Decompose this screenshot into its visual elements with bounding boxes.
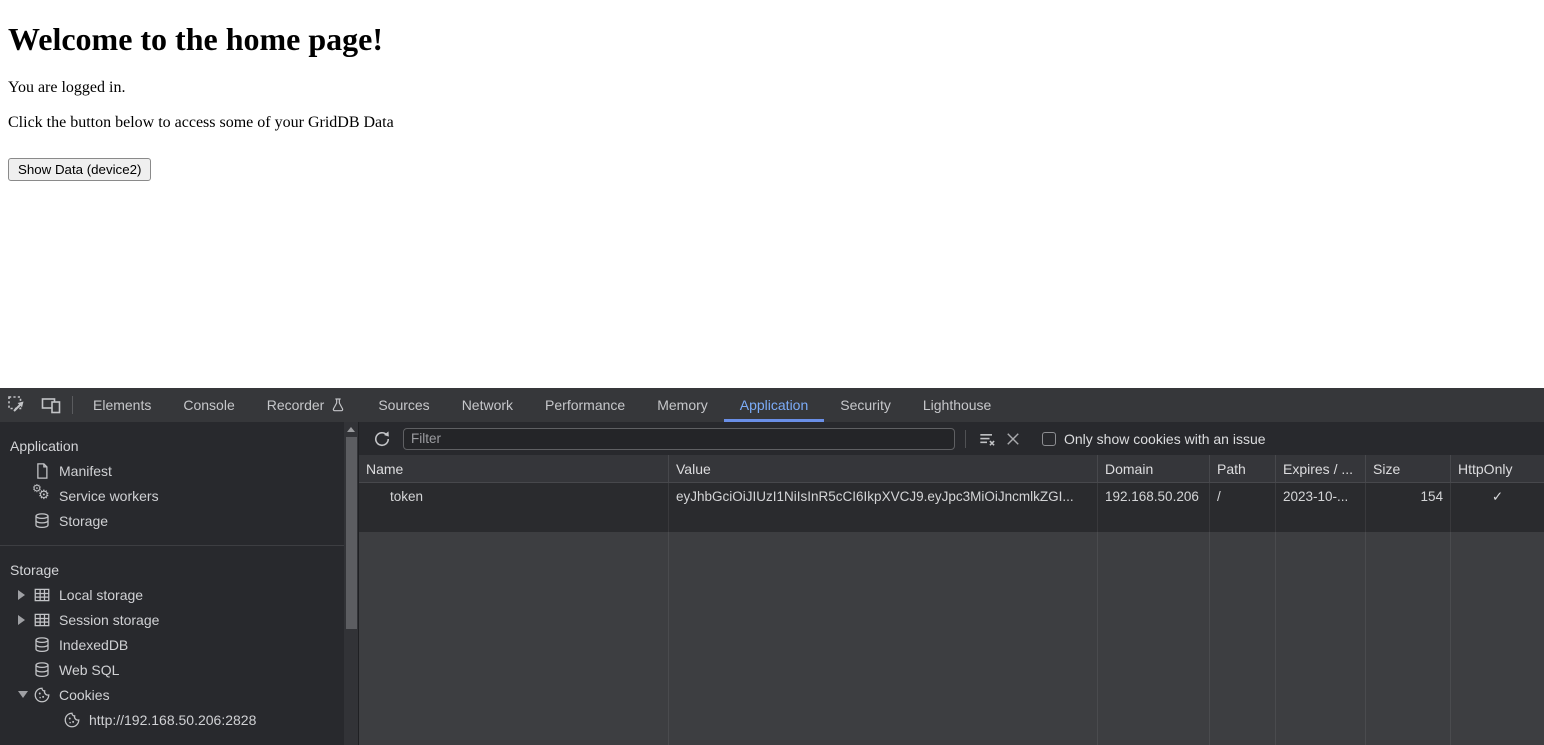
database-icon [33,661,51,679]
cookie-size-cell[interactable]: 154 [1366,483,1451,510]
cookies-table: Name Value Domain Path Expires / ... Siz… [359,455,1544,745]
column-header-expires[interactable]: Expires / ... [1276,455,1366,482]
tab-memory[interactable]: Memory [641,388,724,422]
cookie-expires-cell[interactable]: 2023-10-... [1276,483,1366,510]
inspect-element-button[interactable] [0,388,34,422]
column-header-httponly[interactable]: HttpOnly [1451,455,1544,482]
page-title: Welcome to the home page! [8,21,384,57]
tab-console[interactable]: Console [167,388,250,422]
refresh-button[interactable] [369,426,395,452]
devtools-panel: Elements Console Recorder Sources Networ… [0,388,1544,745]
tab-sources[interactable]: Sources [362,388,445,422]
application-sidebar: Application Manifest ⚙ ⚙ Service workers… [0,422,344,745]
sidebar-item-manifest[interactable]: Manifest [0,458,344,483]
cookie-path-cell[interactable]: / [1210,483,1276,510]
close-x-icon [1007,432,1019,445]
column-header-path[interactable]: Path [1210,455,1276,482]
sidebar-item-storage[interactable]: Storage [0,508,344,533]
cookie-icon [33,686,51,704]
empty-grid-row[interactable] [359,510,1544,532]
show-data-button[interactable]: Show Data (device2) [8,158,152,181]
database-icon [33,636,51,654]
filter-input[interactable] [403,427,955,450]
refresh-icon [374,430,390,446]
scrollbar-up-arrow-icon[interactable] [347,427,355,432]
tab-application[interactable]: Application [723,388,825,422]
table-empty-area [359,532,1544,745]
cookies-panel: Only show cookies with an issue Name Val… [358,422,1544,745]
table-icon [33,586,51,604]
instruction-text: Click the button below to access some of… [8,114,394,131]
delete-selected-button[interactable] [1000,426,1026,452]
toggle-device-toolbar-button[interactable] [34,388,68,422]
sidebar-item-cookie-origin[interactable]: http://192.168.50.206:2828 [0,707,344,732]
sidebar-section-application: Application [10,438,79,454]
tab-lighthouse[interactable]: Lighthouse [907,388,1008,422]
cookie-name-cell[interactable]: token [359,483,669,510]
file-icon [33,462,51,480]
logged-in-text: You are logged in. [8,79,126,96]
clear-list-icon [980,433,995,446]
toolbar-separator [965,429,966,448]
table-icon [33,611,51,629]
sidebar-item-service-workers[interactable]: ⚙ ⚙ Service workers [0,481,344,508]
expand-arrow-icon[interactable] [18,614,33,625]
sidebar-scrollbar[interactable] [344,422,358,745]
devtools-tabbar: Elements Console Recorder Sources Networ… [0,388,1544,422]
cookie-httponly-cell[interactable]: ✓ [1451,483,1544,510]
cookies-toolbar: Only show cookies with an issue [359,422,1544,455]
tab-performance[interactable]: Performance [529,388,641,422]
gears-icon: ⚙ ⚙ [32,481,50,503]
sidebar-item-cookies[interactable]: Cookies [0,682,344,707]
expand-arrow-icon[interactable] [18,589,33,600]
sidebar-item-indexeddb[interactable]: IndexedDB [0,632,344,657]
sidebar-section-storage: Storage [10,562,60,578]
cookie-row-token[interactable]: token eyJhbGciOiJIUzI1NiIsInR5cCI6IkpXVC… [359,483,1544,510]
tab-elements[interactable]: Elements [77,388,167,422]
sidebar-item-session-storage[interactable]: Session storage [0,607,344,632]
column-header-name[interactable]: Name [359,455,669,482]
clear-all-cookies-button[interactable] [974,426,1000,452]
sidebar-item-local-storage[interactable]: Local storage [0,582,344,607]
cookies-table-header: Name Value Domain Path Expires / ... Siz… [359,455,1544,483]
scrollbar-thumb[interactable] [345,437,357,629]
column-header-domain[interactable]: Domain [1098,455,1210,482]
tab-recorder[interactable]: Recorder [251,388,363,422]
tabbar-separator [72,396,73,414]
cookie-icon [63,711,81,729]
database-icon [33,512,51,530]
column-header-value[interactable]: Value [669,455,1098,482]
cookie-value-cell[interactable]: eyJhbGciOiJIUzI1NiIsInR5cCI6IkpXVCJ9.eyJ… [669,483,1098,510]
inspect-cursor-icon [6,394,28,416]
column-header-size[interactable]: Size [1366,455,1451,482]
cookie-domain-cell[interactable]: 192.168.50.206 [1098,483,1210,510]
device-toolbar-icon [40,394,62,416]
only-show-issues-label: Only show cookies with an issue [1064,430,1266,447]
sidebar-item-web-sql[interactable]: Web SQL [0,657,344,682]
tab-security[interactable]: Security [824,388,907,422]
experiment-flask-icon [330,397,346,413]
web-page: Welcome to the home page! You are logged… [0,0,1544,388]
tab-network[interactable]: Network [446,388,529,422]
checkmark-icon: ✓ [1491,488,1504,504]
only-show-issues-checkbox[interactable] [1042,431,1056,446]
collapse-arrow-icon[interactable] [18,691,33,698]
